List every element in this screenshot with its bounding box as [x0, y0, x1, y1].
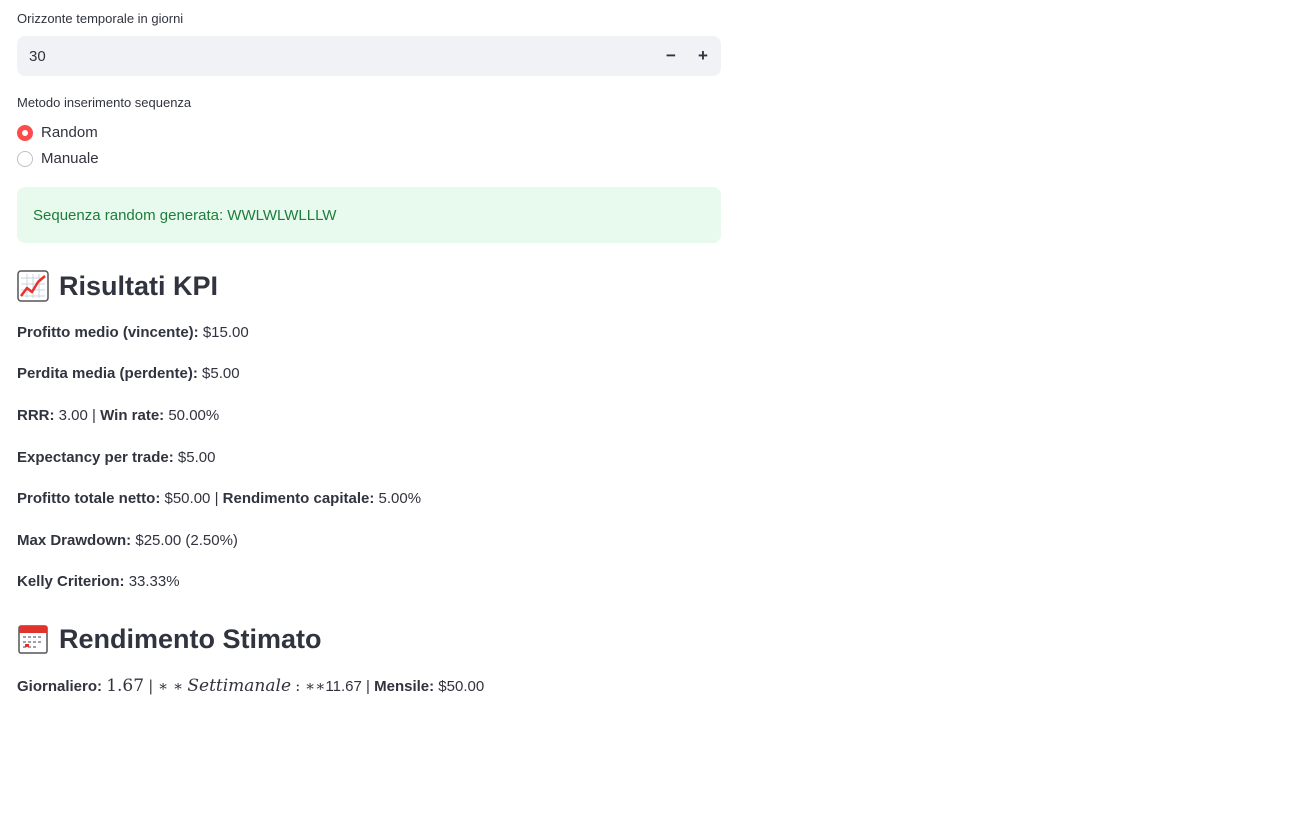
estimate-daily-label: Giornaliero:	[17, 678, 103, 695]
radio-random-label: Random	[41, 124, 98, 141]
estimate-weekly-value: 11.67	[325, 678, 362, 695]
kpi-heading: Risultati KPI	[17, 270, 218, 302]
estimate-weekly-math: Settimanale	[187, 676, 292, 696]
method-label: Metodo inserimento sequenza	[17, 95, 192, 110]
decrement-button[interactable]: −	[655, 36, 687, 76]
success-alert: Sequenza random generata: WWLWLWLLLW	[17, 187, 721, 243]
kpi-expectancy: Expectancy per trade: $5.00	[17, 449, 215, 466]
separator: |	[92, 407, 96, 424]
kpi-profit-avg-value: $15.00	[202, 324, 249, 341]
estimate-monthly-value: $50.00	[438, 678, 485, 695]
kpi-rrr-winrate: RRR: 3.00 | Win rate: 50.00%	[17, 407, 219, 424]
radio-manuale[interactable]: Manuale	[17, 150, 99, 167]
kpi-net-profit-value: $50.00	[164, 490, 211, 507]
radio-random[interactable]: Random	[17, 124, 98, 141]
kpi-title: Risultati KPI	[59, 270, 219, 301]
radio-unselected-icon[interactable]	[17, 150, 33, 167]
radio-manuale-label: Manuale	[41, 150, 99, 167]
kpi-net-profit: Profitto totale netto: $50.00 | Rendimen…	[17, 490, 421, 507]
kpi-expectancy-label: Expectancy per trade:	[17, 449, 174, 466]
kpi-kelly-label: Kelly Criterion:	[17, 573, 125, 590]
calendar-icon	[18, 625, 48, 654]
increment-button[interactable]: +	[687, 36, 719, 76]
kpi-drawdown: Max Drawdown: $25.00 (2.50%)	[17, 532, 238, 549]
separator: |	[366, 678, 370, 695]
kpi-drawdown-label: Max Drawdown:	[17, 532, 132, 549]
horizon-label: Orizzonte temporale in giorni	[17, 11, 184, 26]
kpi-capital-return-value: 5.00%	[378, 490, 422, 507]
kpi-profit-avg-label: Profitto medio (vincente):	[17, 324, 199, 341]
kpi-loss-avg-label: Perdita media (perdente):	[17, 365, 198, 382]
horizon-value[interactable]: 30	[17, 48, 655, 65]
kpi-winrate-value: 50.00%	[168, 407, 220, 424]
estimate-line: Giornaliero: 1.67 | ∗ ∗ Settimanale : ∗∗…	[17, 676, 484, 696]
kpi-loss-avg-value: $5.00	[202, 365, 240, 382]
horizon-number-input[interactable]: 30 − +	[17, 36, 721, 76]
kpi-net-profit-label: Profitto totale netto:	[17, 490, 161, 507]
kpi-drawdown-value: $25.00 (2.50%)	[135, 532, 238, 549]
math-operator: : ∗∗	[295, 677, 326, 695]
kpi-loss-avg: Perdita media (perdente): $5.00	[17, 365, 240, 382]
separator: |	[214, 490, 219, 507]
kpi-rrr-label: RRR:	[17, 407, 55, 424]
estimate-daily-value: 1.67	[106, 676, 145, 696]
kpi-rrr-value: 3.00	[58, 407, 88, 424]
estimate-title: Rendimento Stimato	[59, 623, 322, 654]
estimate-heading: Rendimento Stimato	[17, 623, 322, 655]
kpi-winrate-label: Win rate:	[100, 407, 165, 424]
chart-increasing-icon	[17, 270, 49, 302]
estimate-monthly-label: Mensile:	[374, 678, 435, 695]
math-operator: | ∗ ∗	[148, 677, 184, 695]
kpi-kelly: Kelly Criterion: 33.33%	[17, 573, 180, 590]
kpi-profit-avg: Profitto medio (vincente): $15.00	[17, 324, 249, 341]
kpi-capital-return-label: Rendimento capitale:	[222, 490, 375, 507]
kpi-expectancy-value: $5.00	[177, 449, 216, 466]
kpi-kelly-value: 33.33%	[128, 573, 180, 590]
radio-selected-icon[interactable]	[17, 124, 33, 141]
